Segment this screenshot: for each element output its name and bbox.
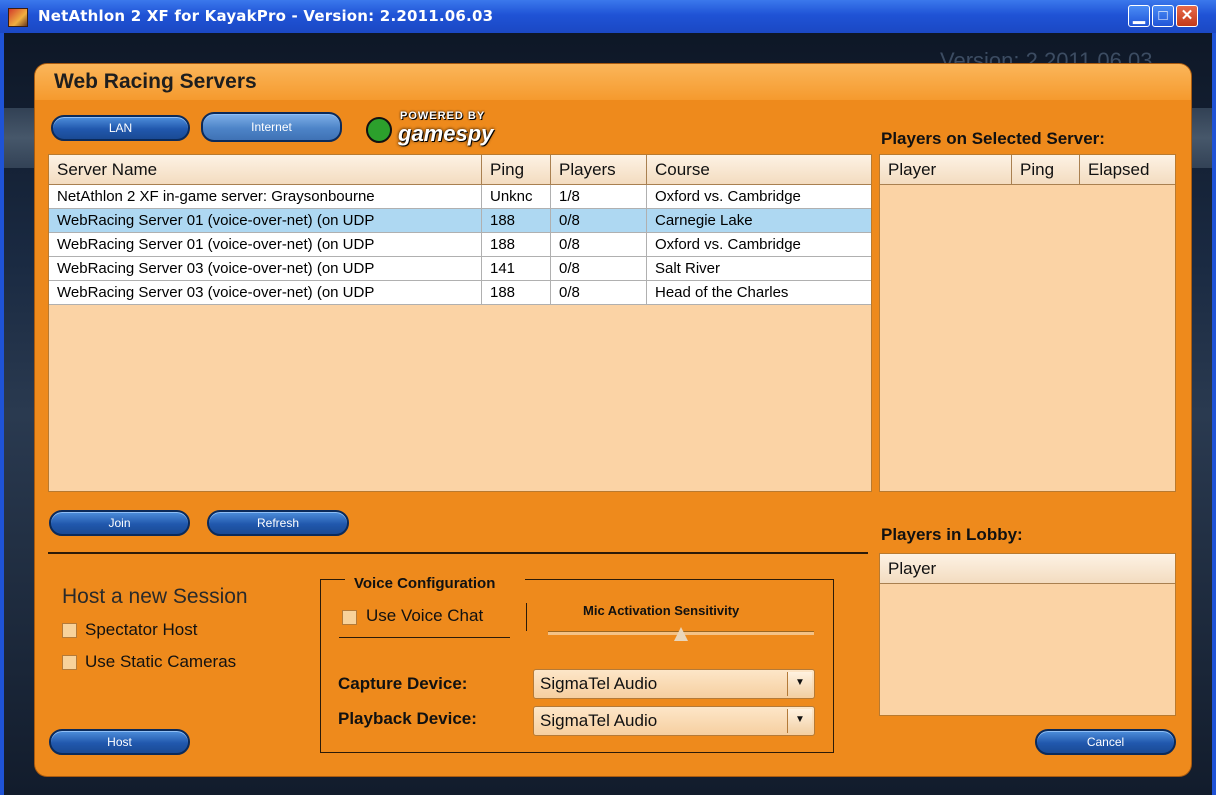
chevron-down-icon[interactable]: ▼	[787, 672, 812, 696]
server-name-cell: WebRacing Server 01 (voice-over-net) (on…	[49, 209, 482, 233]
section-divider	[48, 552, 868, 554]
table-row[interactable]: WebRacing Server 03 (voice-over-net) (on…	[49, 281, 871, 305]
static-cameras-checkbox[interactable]	[62, 655, 77, 670]
mic-sensitivity-label: Mic Activation Sensitivity	[583, 603, 740, 618]
capture-device-value: SigmaTel Audio	[540, 674, 658, 693]
playback-device-select[interactable]: SigmaTel Audio ▼	[533, 706, 815, 736]
voice-config-title: Voice Configuration	[354, 575, 496, 592]
ping-cell: 188	[482, 233, 551, 257]
capture-device-select[interactable]: SigmaTel Audio ▼	[533, 669, 815, 699]
join-button[interactable]: Join	[49, 510, 190, 536]
course-cell: Oxford vs. Cambridge	[647, 185, 871, 209]
server-name-cell: WebRacing Server 01 (voice-over-net) (on…	[49, 233, 482, 257]
window-frame-right	[1212, 33, 1216, 795]
players-selected-table[interactable]: Player Ping Elapsed	[879, 154, 1176, 492]
column-player[interactable]: Player	[880, 554, 1175, 584]
players-cell: 0/8	[551, 257, 647, 281]
ping-cell: 188	[482, 281, 551, 305]
course-cell: Carnegie Lake	[647, 209, 871, 233]
spectator-host-label[interactable]: Spectator Host	[85, 620, 197, 640]
column-ping[interactable]: Ping	[482, 155, 551, 185]
mic-sensitivity-thumb[interactable]	[674, 627, 688, 641]
lobby-heading: Players in Lobby:	[881, 525, 1023, 544]
players-cell: 0/8	[551, 233, 647, 257]
maximize-icon[interactable]: □	[1152, 5, 1174, 27]
voice-chat-separator	[526, 603, 527, 631]
window-title: NetAthlon 2 XF for KayakPro - Version: 2…	[38, 7, 494, 25]
playback-device-value: SigmaTel Audio	[540, 711, 658, 730]
course-cell: Oxford vs. Cambridge	[647, 233, 871, 257]
table-row[interactable]: NetAthlon 2 XF in-game server: Graysonbo…	[49, 185, 871, 209]
ping-cell: 141	[482, 257, 551, 281]
voice-chat-underline	[339, 637, 510, 638]
tab-internet[interactable]: Internet	[201, 112, 342, 142]
course-cell: Salt River	[647, 257, 871, 281]
cancel-button[interactable]: Cancel	[1035, 729, 1176, 755]
refresh-button[interactable]: Refresh	[207, 510, 349, 536]
table-row[interactable]: WebRacing Server 01 (voice-over-net) (on…	[49, 233, 871, 257]
column-course[interactable]: Course	[647, 155, 871, 185]
ping-cell: 188	[482, 209, 551, 233]
lobby-table[interactable]: Player	[879, 553, 1176, 716]
table-row[interactable]: WebRacing Server 03 (voice-over-net) (on…	[49, 257, 871, 281]
ping-cell: Unknc	[482, 185, 551, 209]
close-icon[interactable]: ✕	[1176, 5, 1198, 27]
playback-device-label: Playback Device:	[338, 709, 477, 728]
capture-device-label: Capture Device:	[338, 674, 468, 693]
column-elapsed[interactable]: Elapsed	[1080, 155, 1175, 185]
players-cell: 0/8	[551, 209, 647, 233]
minimize-icon[interactable]: ▁	[1128, 5, 1150, 27]
players-selected-heading: Players on Selected Server:	[881, 129, 1105, 148]
gamespy-logo-text: gamespy	[398, 121, 494, 146]
voice-chat-label[interactable]: Use Voice Chat	[366, 606, 483, 626]
column-players[interactable]: Players	[551, 155, 647, 185]
tab-lan[interactable]: LAN	[51, 115, 190, 141]
server-table[interactable]: Server Name Ping Players Course NetAthlo…	[48, 154, 872, 492]
static-cameras-label[interactable]: Use Static Cameras	[85, 652, 236, 672]
host-session-heading: Host a new Session	[62, 585, 248, 608]
host-button[interactable]: Host	[49, 729, 190, 755]
column-player[interactable]: Player	[880, 155, 1012, 185]
voice-chat-checkbox[interactable]	[342, 610, 357, 625]
app-icon[interactable]	[8, 8, 28, 27]
chevron-down-icon[interactable]: ▼	[787, 709, 812, 733]
players-cell: 0/8	[551, 281, 647, 305]
spectator-host-checkbox[interactable]	[62, 623, 77, 638]
column-ping[interactable]: Ping	[1012, 155, 1080, 185]
course-cell: Head of the Charles	[647, 281, 871, 305]
column-server-name[interactable]: Server Name	[49, 155, 482, 185]
server-name-cell: WebRacing Server 03 (voice-over-net) (on…	[49, 257, 482, 281]
panel-title: Web Racing Servers	[54, 70, 257, 93]
server-name-cell: WebRacing Server 03 (voice-over-net) (on…	[49, 281, 482, 305]
players-cell: 1/8	[551, 185, 647, 209]
server-name-cell: NetAthlon 2 XF in-game server: Graysonbo…	[49, 185, 482, 209]
window-frame-left	[0, 33, 4, 795]
table-row[interactable]: WebRacing Server 01 (voice-over-net) (on…	[49, 209, 871, 233]
gamespy-logo-icon	[366, 117, 392, 143]
